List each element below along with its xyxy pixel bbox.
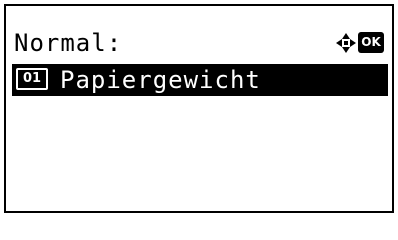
four-way-arrow-icon <box>336 33 356 53</box>
menu-item-label: Papiergewicht <box>60 66 261 94</box>
menu-item-index: 01 <box>16 68 48 90</box>
lcd-screen: Normal: OK 01 Papiergewicht <box>4 4 394 213</box>
menu-item-papiergewicht[interactable]: 01 Papiergewicht <box>12 64 388 96</box>
ok-key-icon: OK <box>358 32 384 53</box>
screen-header: Normal: OK <box>6 26 392 60</box>
screen-title: Normal: <box>14 29 123 57</box>
